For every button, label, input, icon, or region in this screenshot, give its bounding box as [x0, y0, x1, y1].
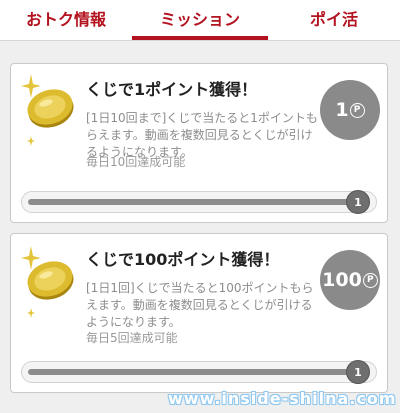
- mission-title: くじで1ポイント獲得！: [86, 80, 258, 99]
- active-tab-indicator: [132, 36, 268, 40]
- points-badge: 100 P: [320, 250, 380, 310]
- sparkle-small-icon: [27, 308, 35, 318]
- progress-knob: 1: [346, 360, 370, 384]
- points-badge: 1 P: [320, 80, 380, 140]
- tab-otoku-info[interactable]: おトク情報: [0, 0, 132, 40]
- tab-bar: おトク情報 ミッション ポイ活: [0, 0, 400, 41]
- mission-note: 毎日10回達成可能: [86, 155, 186, 169]
- watermark: www.inside-shilna.com: [168, 389, 397, 408]
- coin-icon: [27, 89, 74, 128]
- mission-title: くじで100ポイント獲得！: [86, 250, 280, 269]
- points-value: 100: [322, 269, 362, 291]
- tab-poikatsu[interactable]: ポイ活: [268, 0, 400, 40]
- progress-bar: 1: [21, 190, 377, 214]
- progress-knob: 1: [346, 190, 370, 214]
- point-unit-icon: P: [349, 102, 365, 118]
- points-value: 1: [335, 99, 349, 121]
- progress-bar: 1: [21, 360, 377, 384]
- progress-fill: [28, 369, 358, 375]
- mission-card[interactable]: くじで100ポイント獲得！ [1日1回]くじで当たると100ポイントもらえます。…: [10, 233, 388, 393]
- mission-note: 毎日5回達成可能: [86, 331, 178, 345]
- sparkle-small-icon: [27, 136, 35, 146]
- mission-card[interactable]: くじで1ポイント獲得！ [1日10回まで]くじで当たると1ポイントもらえます。動…: [10, 63, 388, 223]
- tab-mission[interactable]: ミッション: [132, 0, 268, 40]
- progress-fill: [28, 199, 358, 205]
- mission-description: [1日1回]くじで当たると100ポイントもらえます。動画を複数回見るとくじが引け…: [86, 281, 314, 329]
- point-unit-icon: P: [362, 272, 378, 288]
- coin-icon: [27, 261, 74, 300]
